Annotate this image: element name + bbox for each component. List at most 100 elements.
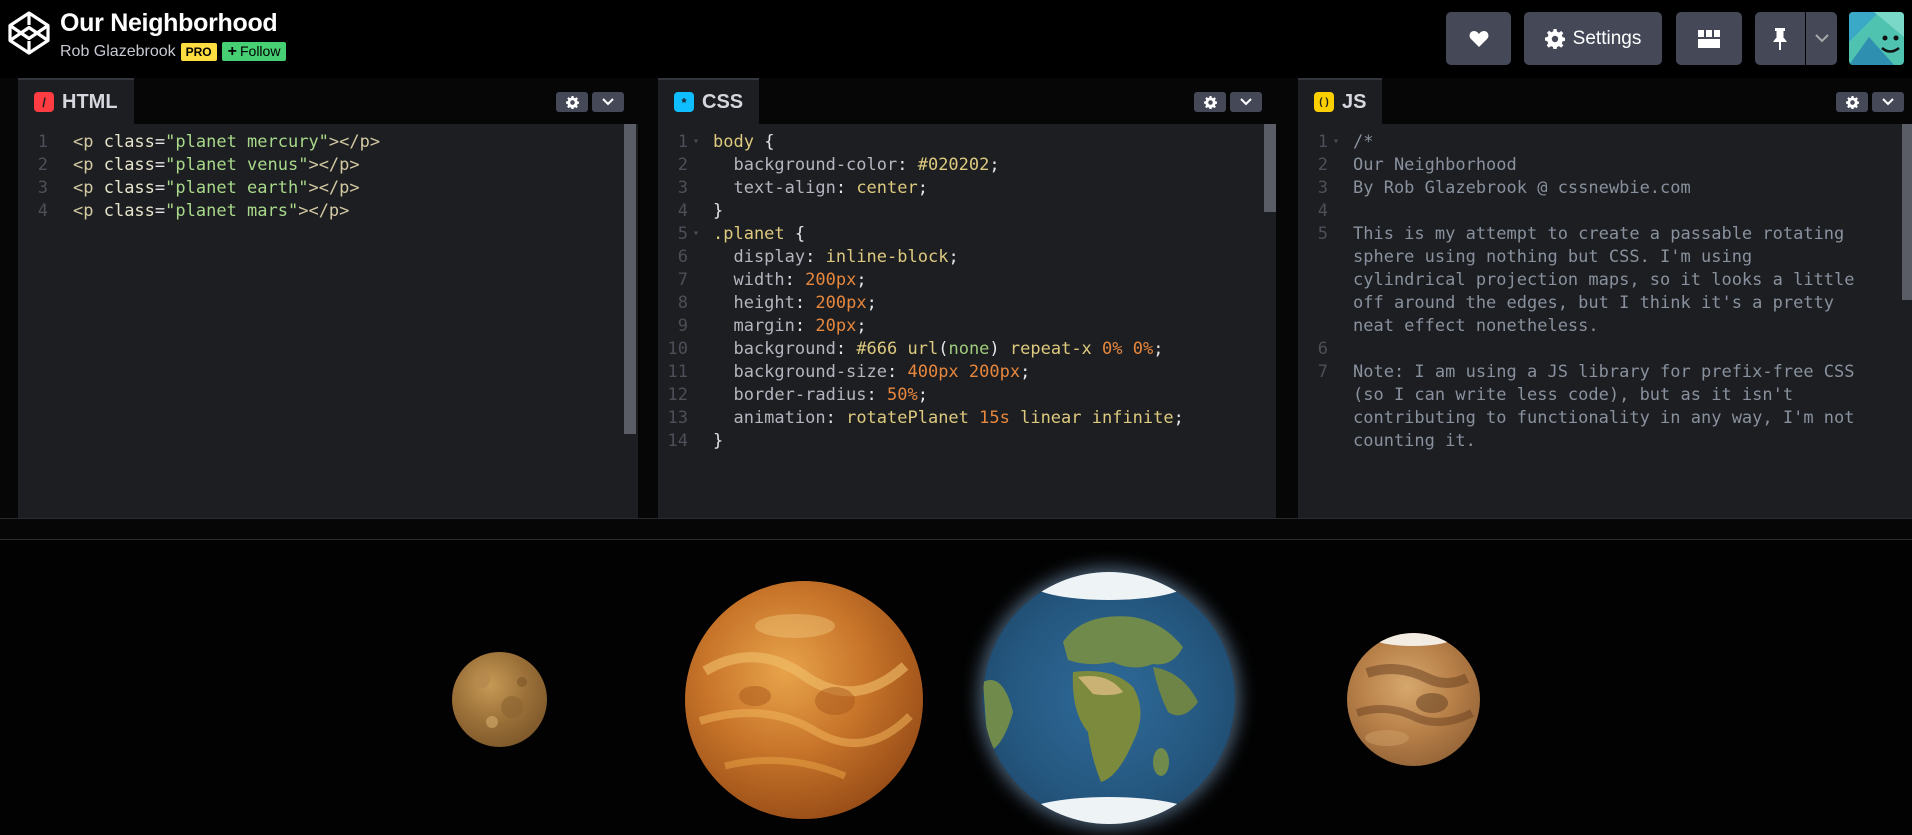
editor-settings-button[interactable] [1194, 92, 1226, 112]
code-token: "planet mercury" [165, 132, 329, 152]
editor-resizer[interactable] [0, 78, 20, 518]
editor-collapse-button[interactable] [1230, 92, 1262, 112]
html-editor-tools [556, 92, 624, 112]
code-token: text-align [713, 178, 836, 198]
code-token: counting it. [1353, 431, 1476, 451]
code-token: : [794, 316, 816, 336]
author-name[interactable]: Rob Glazebrook [60, 43, 176, 61]
html-icon: / [34, 92, 54, 112]
layout-grid-icon [1698, 29, 1720, 48]
code-token: 400px 200px [907, 362, 1021, 382]
css-tabbar: * CSS [658, 78, 1276, 124]
code-token: "planet venus" [165, 155, 309, 175]
code-token: } [713, 431, 724, 451]
code-token: class [103, 201, 155, 221]
editor-resizer[interactable] [638, 78, 658, 518]
gear-icon [1845, 95, 1859, 109]
css-icon: * [674, 92, 694, 112]
pin-dropdown-button[interactable] [1806, 12, 1837, 65]
code-token: = [154, 178, 166, 198]
gear-icon [1544, 28, 1565, 49]
code-text: counting it. [1353, 427, 1476, 455]
code-token: ></p> [308, 155, 360, 175]
preview-resizer[interactable] [0, 518, 1912, 540]
code-line[interactable]: counting it. [1298, 427, 1912, 455]
code-token: ; [917, 178, 928, 198]
pin-icon [1773, 27, 1787, 50]
user-avatar[interactable] [1849, 12, 1904, 65]
js-editor[interactable]: ( ) JS 1 ▾/* 2 Our Neighborhood 3 By Rob Glaz… [1298, 78, 1912, 518]
line-number: 4 [37, 201, 48, 221]
html-scrollbar[interactable] [624, 124, 636, 434]
html-editor[interactable]: / HTML 1 <p class="planet mercury"></p> 2 <… [18, 78, 638, 518]
js-scrollbar[interactable] [1902, 124, 1912, 300]
code-token: <p [73, 155, 104, 175]
code-token: ; [917, 385, 928, 405]
code-token: ; [856, 316, 867, 336]
code-token: Our Neighborhood [1353, 155, 1517, 175]
planet-mercury [452, 652, 547, 747]
code-token: <p [73, 132, 104, 152]
tab-label: JS [1342, 90, 1367, 113]
css-code[interactable]: 1 ▾ body {2 background-color: #020202; 3 te… [658, 124, 1276, 518]
pin-button[interactable] [1755, 12, 1805, 65]
code-token: This is my attempt to create a passable … [1353, 224, 1845, 244]
editor-collapse-button[interactable] [1872, 92, 1904, 112]
tab-html[interactable]: / HTML [18, 78, 134, 124]
planet-mars [1347, 633, 1480, 766]
editor-resizer[interactable] [1276, 78, 1298, 518]
code-token: #666 [856, 339, 908, 359]
code-token: display [713, 247, 806, 267]
html-code[interactable]: 1 <p class="planet mercury"></p> 2 <p class… [18, 124, 638, 518]
code-token: : [835, 339, 857, 359]
love-button[interactable] [1446, 12, 1511, 65]
tab-css[interactable]: * CSS [658, 78, 760, 124]
code-line[interactable]: 4 <p class="planet mars"></p> [18, 197, 638, 225]
code-token: /* [1353, 132, 1374, 152]
code-line[interactable]: 14} [658, 427, 1276, 455]
chevron-down-icon [602, 98, 614, 106]
codepen-logo-icon[interactable] [6, 10, 52, 56]
code-token: center [856, 178, 918, 198]
code-token: <p [73, 201, 104, 221]
code-token: = [154, 201, 166, 221]
tab-js[interactable]: ( ) JS [1298, 78, 1383, 124]
code-token: ; [948, 247, 959, 267]
change-view-button[interactable] [1676, 12, 1742, 65]
js-icon: ( ) [1314, 92, 1334, 112]
code-token: ; [866, 293, 877, 313]
author-row: Rob Glazebrook PRO + Follow [60, 42, 287, 61]
code-token: none [948, 339, 990, 359]
css-editor[interactable]: * CSS 1 ▾ body {2 background-color: #02020… [658, 78, 1276, 518]
gear-icon [1203, 95, 1217, 109]
code-token: url [907, 339, 939, 359]
follow-button[interactable]: + Follow [221, 42, 287, 61]
code-token: 200px [815, 293, 867, 313]
code-token: : [887, 362, 908, 382]
chevron-down-icon [1814, 34, 1829, 43]
code-token: ) [989, 339, 1010, 359]
code-token: neat effect nonetheless. [1353, 316, 1599, 336]
code-token: body [713, 132, 765, 152]
code-token: : [835, 178, 857, 198]
editor-settings-button[interactable] [1836, 92, 1868, 112]
settings-button[interactable]: Settings [1524, 12, 1662, 65]
code-token: border-radius [713, 385, 867, 405]
css-scrollbar[interactable] [1264, 124, 1276, 212]
code-token: "planet earth" [165, 178, 309, 198]
code-token: : [866, 385, 888, 405]
pen-title[interactable]: Our Neighborhood [60, 9, 278, 38]
code-token: = [154, 155, 166, 175]
code-token: ; [1173, 408, 1184, 428]
editor-settings-button[interactable] [556, 92, 588, 112]
pro-badge[interactable]: PRO [180, 42, 217, 61]
js-code[interactable]: 1 ▾/* 2 Our Neighborhood 3 By Rob Glazebrook … [1298, 124, 1912, 518]
code-token: background [713, 339, 836, 359]
code-token: background-size [713, 362, 887, 382]
code-token: #020202 [917, 155, 990, 175]
planet-venus [685, 581, 923, 819]
tab-label: HTML [62, 90, 118, 113]
code-token: 0% 0% [1102, 339, 1154, 359]
code-token: ></p> [328, 132, 381, 152]
editor-collapse-button[interactable] [592, 92, 624, 112]
